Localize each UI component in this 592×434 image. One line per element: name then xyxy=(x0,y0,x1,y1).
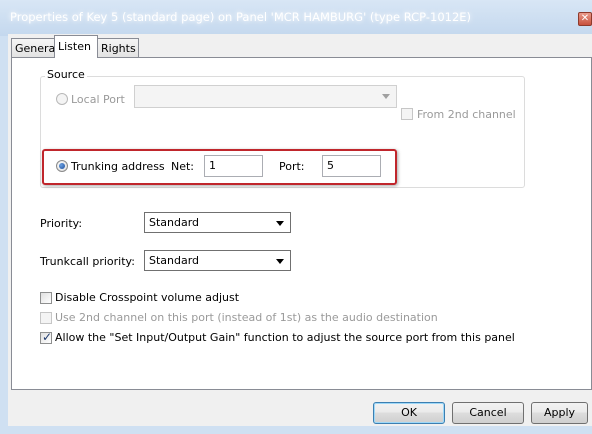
from-2nd-channel-checkbox[interactable] xyxy=(401,108,413,120)
port-label: Port: xyxy=(279,160,305,173)
close-icon[interactable]: ✕ xyxy=(578,12,592,26)
priority-value: Standard xyxy=(149,216,200,229)
cancel-button[interactable]: Cancel xyxy=(452,402,524,424)
net-value: 1 xyxy=(209,159,216,172)
trunking-address-label: Trunking address xyxy=(71,160,165,173)
chevron-down-icon xyxy=(276,221,284,226)
trunkcall-priority-value: Standard xyxy=(149,254,200,267)
disable-crosspoint-label: Disable Crosspoint volume adjust xyxy=(55,291,240,304)
local-port-dropdown[interactable] xyxy=(134,85,397,108)
tab-general[interactable]: General xyxy=(11,38,59,57)
priority-label: Priority: xyxy=(40,217,83,230)
disable-crosspoint-checkbox[interactable] xyxy=(40,292,52,304)
title-bar[interactable]: Properties of Key 5 (standard page) on P… xyxy=(0,0,592,36)
local-port-radio[interactable] xyxy=(56,93,68,105)
tab-listen[interactable]: Listen xyxy=(54,35,98,58)
tab-listen-label: Listen xyxy=(58,40,91,53)
allow-set-gain-checkbox[interactable]: ✓ xyxy=(40,330,53,344)
allow-set-gain-label: Allow the "Set Input/Output Gain" functi… xyxy=(55,331,515,344)
net-field[interactable]: 1 xyxy=(204,155,263,177)
net-label: Net: xyxy=(171,160,195,173)
chevron-down-icon xyxy=(382,94,390,99)
apply-button[interactable]: Apply xyxy=(531,402,588,424)
port-field[interactable]: 5 xyxy=(322,155,381,177)
use-2nd-channel-checkbox[interactable] xyxy=(40,312,52,324)
priority-dropdown[interactable]: Standard xyxy=(144,212,291,233)
dialog-window: Properties of Key 5 (standard page) on P… xyxy=(0,0,592,434)
window-title: Properties of Key 5 (standard page) on P… xyxy=(10,10,472,24)
tab-rights-label: Rights xyxy=(101,42,136,55)
use-2nd-channel-label: Use 2nd channel on this port (instead of… xyxy=(55,311,438,324)
trunking-address-radio[interactable] xyxy=(56,160,68,172)
checkmark-icon: ✓ xyxy=(42,330,53,344)
ok-button[interactable]: OK xyxy=(373,402,445,424)
tab-rights[interactable]: Rights xyxy=(97,38,139,57)
source-group-label: Source xyxy=(45,68,87,81)
trunkcall-priority-label: Trunkcall priority: xyxy=(40,255,135,268)
from-2nd-channel-label: From 2nd channel xyxy=(417,108,516,121)
chevron-down-icon xyxy=(276,259,284,264)
radio-selected-dot xyxy=(59,163,65,169)
listen-tab-panel: Source Local Port From 2nd channel Trunk… xyxy=(11,57,592,390)
trunkcall-priority-dropdown[interactable]: Standard xyxy=(144,250,291,271)
port-value: 5 xyxy=(327,159,334,172)
tab-general-label: General xyxy=(15,42,59,55)
local-port-label: Local Port xyxy=(71,93,125,106)
dialog-footer: OK Cancel Apply xyxy=(8,390,592,426)
dialog-client-area: General Listen Rights Source Local Port … xyxy=(8,34,592,426)
